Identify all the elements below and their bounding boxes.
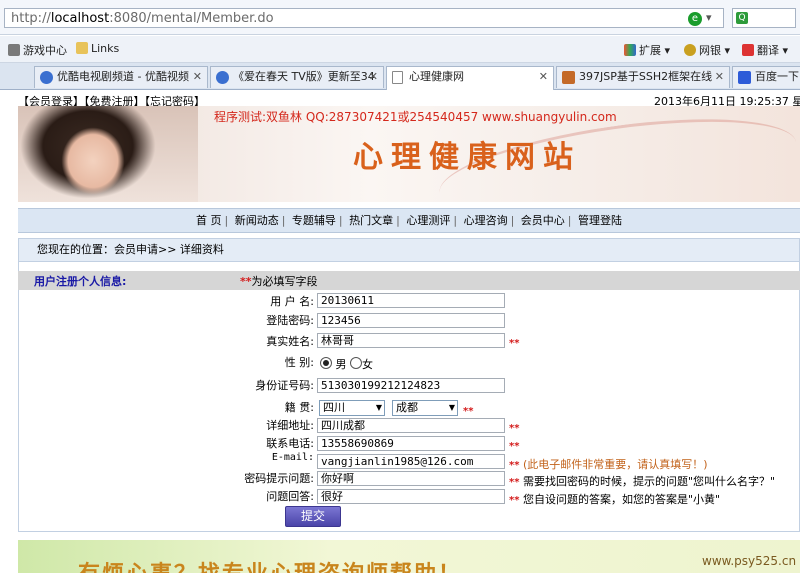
province-select[interactable]: 四川 ▼ [319,400,385,416]
required-star: ** [463,406,474,417]
play-icon [216,71,229,84]
fav-links[interactable]: Links [76,42,119,55]
gender-male-radio[interactable] [320,357,332,369]
tab-drama[interactable]: 《爱在春天 TV版》更新至34 ✕ [210,66,384,88]
site-icon [562,71,575,84]
nav-admin-login[interactable]: 管理登陆 [578,214,622,227]
gender-radio-group: 男 女 [320,356,373,372]
origin-label: 籍 贯: [284,401,314,414]
ie-compat-icon[interactable]: e [688,12,702,26]
question-note: ** 需要找回密码的时候，提示的问题"您叫什么名字？" [509,475,776,488]
email-input[interactable]: vangjianlin1985@126.com [317,454,505,469]
site-title: 心理健康网站 [353,140,581,175]
fav-bank[interactable]: 网银 ▾ [684,42,730,58]
fav-extensions[interactable]: 扩展 ▾ [624,42,670,58]
tab-jsp[interactable]: 397JSP基于SSH2框架在线 ✕ [556,66,730,88]
banner-portrait [18,106,198,202]
footer-site: www.psy525.cn [702,554,797,568]
search-engine-icon: Q [736,12,748,24]
tab-baidu[interactable]: 百度一下， [732,66,800,88]
baidu-icon [738,71,751,84]
tab-youku[interactable]: 优酷电视剧频道 - 优酷视频 ✕ [34,66,208,88]
nav-member-center[interactable]: 会员中心 [521,214,565,227]
question-label: 密码提示问题: [244,472,314,485]
answer-note: ** 您自设问题的答案，如您的答案是"小黄" [509,493,721,506]
favorites-bar: 游戏中心 Links 扩展 ▾ 网银 ▾ 翻译 ▾ [0,36,800,63]
fav-translate[interactable]: 翻译 ▾ [742,42,788,58]
realname-input[interactable]: 林哥哥 [317,333,505,348]
nav-home[interactable]: 首 页 [196,214,222,227]
url-field[interactable]: http://localhost:8080/mental/Member.do [4,8,724,28]
email-label: E-mail: [271,452,314,463]
address-bar: http://localhost:8080/mental/Member.do e… [0,0,800,35]
idcard-input[interactable]: 513030199212124823 [317,378,505,393]
password-label: 登陆密码: [266,314,314,327]
required-star: ** [509,338,520,349]
extensions-icon [624,44,636,56]
breadcrumb: 您现在的位置：会员申请>> 详细资料 [18,238,800,262]
translate-icon [742,44,754,56]
answer-label: 问题回答: [266,490,314,503]
main-nav: 首 页 | 新闻动态 | 专题辅导 | 热门文章 | 心理测评 | 心理咨询 | 会员中心 |… [18,208,800,233]
url-path: :8080/mental/Member.do [109,11,274,26]
nav-topics[interactable]: 专题辅导 [292,214,336,227]
username-label: 用 户 名: [270,295,314,308]
page-icon [392,71,403,84]
idcard-label: 身份证号码: [255,379,314,392]
banner-contact-text: 程序测试:双鱼林 QQ:287307421或254540457 www.shua… [214,110,617,124]
gender-label: 性 别: [284,356,314,369]
required-star: ** [509,423,520,434]
chevron-down-icon: ▼ [375,403,382,412]
search-box[interactable]: Q [732,8,796,28]
address-input[interactable]: 四川成都 [317,418,505,433]
gender-female-radio[interactable] [350,357,362,369]
phone-label: 联系电话: [266,437,314,450]
gamepad-icon [8,44,20,56]
gender-male-label: 男 [335,358,347,371]
nav-assessment[interactable]: 心理测评 [406,214,450,227]
close-icon[interactable]: ✕ [715,67,724,87]
nav-news[interactable]: 新闻动态 [235,214,279,227]
submit-button[interactable]: 提交 [285,506,341,527]
url-host: localhost [50,11,110,26]
question-input[interactable]: 你好啊 [317,471,505,486]
site-banner: 程序测试:双鱼林 QQ:287307421或254540457 www.shua… [18,106,800,202]
close-icon[interactable]: ✕ [539,67,548,87]
tab-mental-health[interactable]: 心理健康网 ✕ [386,66,554,90]
tab-strip: 优酷电视剧频道 - 优酷视频 ✕ 《爱在春天 TV版》更新至34 ✕ 心理健康网 ✕ … [0,63,800,90]
url-prefix: http:// [11,11,51,26]
footer-slogan: 有烦心事？找专业心理咨询师帮助！ [78,556,462,573]
realname-label: 真实姓名: [266,335,314,348]
phone-input[interactable]: 13558690869 [317,436,505,451]
close-icon[interactable]: ✕ [369,67,378,87]
chevron-down-icon: ▼ [448,403,455,412]
city-select[interactable]: 成都 ▼ [392,400,458,416]
bank-icon [684,44,696,56]
fav-game-center[interactable]: 游戏中心 [8,42,67,58]
email-note: ** (此电子邮件非常重要，请认真填写！) [509,458,708,471]
footer-banner[interactable]: 有烦心事？找专业心理咨询师帮助！ www.psy525.cn [18,540,800,573]
form-header: 用户注册个人信息: **为必填写字段 [18,271,800,290]
required-star: ** [509,441,520,452]
folder-icon [76,42,88,54]
password-input[interactable]: 123456 [317,313,505,328]
required-legend: **为必填写字段 [240,275,318,288]
address-label: 详细地址: [266,419,314,432]
form-title: 用户注册个人信息: [34,275,127,288]
gender-female-label: 女 [362,358,373,371]
username-input[interactable]: 20130611 [317,293,505,308]
nav-consult[interactable]: 心理咨询 [464,214,508,227]
nav-hot-articles[interactable]: 热门文章 [349,214,393,227]
answer-input[interactable]: 很好 [317,489,505,504]
chevron-down-icon[interactable]: ▾ [706,11,712,24]
play-icon [40,71,53,84]
close-icon[interactable]: ✕ [193,67,202,87]
